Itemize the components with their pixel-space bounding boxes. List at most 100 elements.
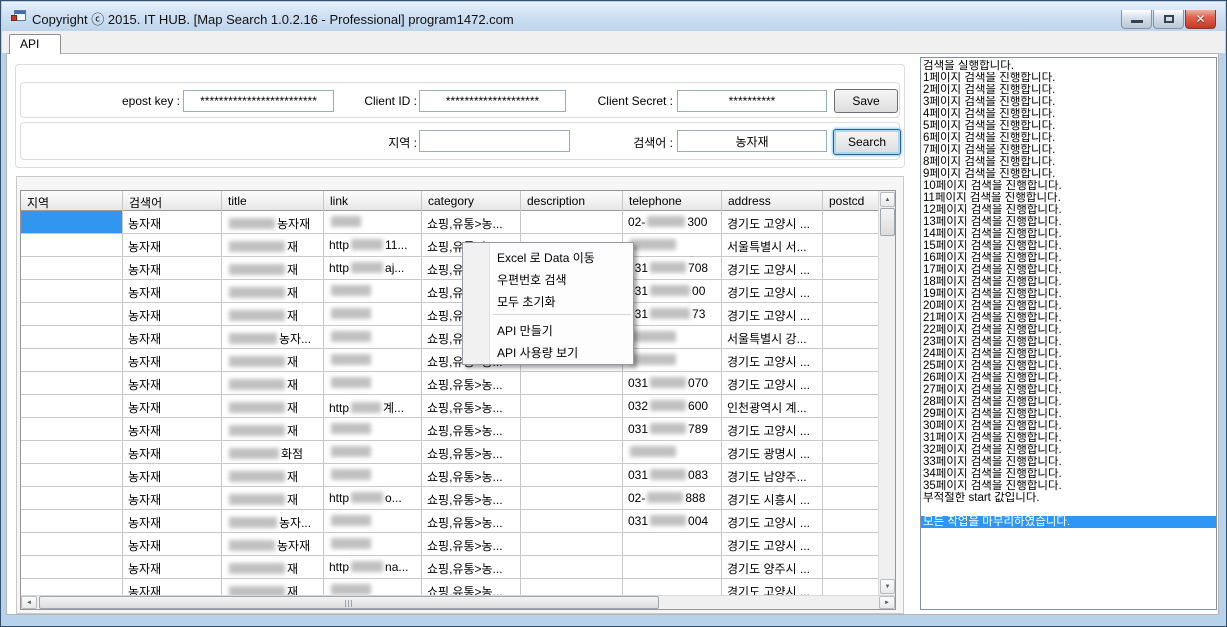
menu-item[interactable]: API 만들기 [463, 318, 633, 340]
table-row[interactable]: 농자재재쇼핑,유통>농...031083경기도 남양주... [21, 464, 880, 487]
cell-address: 서울특별시 강... [722, 326, 823, 348]
keyword-input[interactable] [677, 130, 827, 152]
table-row[interactable]: 농자재재쇼핑,유통>농...03173경기도 고양시 ... [21, 303, 880, 326]
column-header-9[interactable]: postcd [823, 191, 880, 211]
cell-keyword: 농자재 [123, 349, 222, 371]
cell-keyword: 농자재 [123, 441, 222, 463]
vertical-scroll-thumb[interactable] [880, 208, 895, 236]
scroll-up-icon[interactable]: ▲ [880, 192, 895, 207]
client-id-input[interactable] [419, 90, 566, 112]
tab-api[interactable]: API [9, 34, 61, 54]
table-row[interactable]: 농자재재쇼핑,유통>농...03100경기도 고양시 ... [21, 280, 880, 303]
app-window: Copyright ⓒ 2015. IT HUB. [Map Search 1.… [0, 0, 1227, 627]
cell-title: 재 [222, 280, 324, 302]
cell-description [521, 418, 623, 440]
log-line: 34페이지 검색을 진행합니다. [923, 468, 1216, 480]
table-row[interactable]: 농자재화점쇼핑,유통>농...경기도 광명시 ... [21, 441, 880, 464]
log-line: 5페이지 검색을 진행합니다. [923, 120, 1216, 132]
cell-region [21, 395, 123, 417]
table-row[interactable]: 농자재재http11...쇼핑,유통>농...서울특별시 서... [21, 234, 880, 257]
log-line: 1페이지 검색을 진행합니다. [923, 72, 1216, 84]
grid-horizontal-scrollbar[interactable]: ◄ ► [21, 595, 895, 609]
table-row[interactable]: 농자재재httpaj...쇼핑,유통>농...031708경기도 고양시 ... [21, 257, 880, 280]
column-header-7[interactable]: telephone [623, 191, 722, 211]
cell-title: 재 [222, 349, 324, 371]
cell-address: 경기도 고양시 ... [722, 533, 823, 555]
log-line: 17페이지 검색을 진행합니다. [923, 264, 1216, 276]
cell-title: 재 [222, 372, 324, 394]
region-input[interactable] [419, 130, 570, 152]
redacted-blur [331, 331, 371, 342]
epost-key-input[interactable] [183, 90, 334, 112]
cell-address: 경기도 광명시 ... [722, 441, 823, 463]
log-panel[interactable]: 검색을 실행합니다.1페이지 검색을 진행합니다.2페이지 검색을 진행합니다.… [920, 57, 1217, 610]
minimize-button[interactable] [1121, 10, 1152, 29]
log-line: 11페이지 검색을 진행합니다. [923, 192, 1216, 204]
cell-title: 재 [222, 418, 324, 440]
redacted-blur [351, 492, 383, 503]
maximize-button[interactable] [1153, 10, 1184, 29]
context-menu: Excel 로 Data 이동우편번호 검색모두 초기화 API 만들기API 사… [462, 242, 634, 365]
table-row[interactable]: 농자재재http계...쇼핑,유통>농...032600인천광역시 계... [21, 395, 880, 418]
log-line: 16페이지 검색을 진행합니다. [923, 252, 1216, 264]
log-line: 14페이지 검색을 진행합니다. [923, 228, 1216, 240]
table-row[interactable]: 농자재농자...쇼핑,유통>농...서울특별시 강... [21, 326, 880, 349]
table-row[interactable]: 농자재재httpo...쇼핑,유통>농...02-888경기도 시흥시 ... [21, 487, 880, 510]
redacted-blur [229, 448, 279, 459]
column-header-6[interactable]: description [521, 191, 623, 211]
cell-description [521, 395, 623, 417]
log-line: 33페이지 검색을 진행합니다. [923, 456, 1216, 468]
save-button[interactable]: Save [834, 89, 898, 113]
column-header-5[interactable]: category [422, 191, 521, 211]
menu-item[interactable]: 모두 초기화 [463, 289, 633, 311]
search-button[interactable]: Search [833, 129, 901, 155]
cell-telephone: 031708 [623, 257, 722, 279]
menu-item[interactable]: API 사용량 보기 [463, 340, 633, 362]
cell-link [324, 349, 422, 371]
menu-separator [493, 314, 631, 315]
cell-telephone [623, 533, 722, 555]
column-header-8[interactable]: address [722, 191, 823, 211]
cell-keyword: 농자재 [123, 464, 222, 486]
redacted-blur [650, 515, 686, 526]
table-row[interactable]: 농자재농자...쇼핑,유통>농...031004경기도 고양시 ... [21, 510, 880, 533]
redacted-blur [650, 285, 690, 296]
table-row[interactable]: 농자재재쇼핑,유통>농...경기도 고양시 ... [21, 349, 880, 372]
redacted-blur [650, 400, 686, 411]
table-row[interactable]: 농자재농자재쇼핑,유통>농...02-300경기도 고양시 ... [21, 211, 880, 234]
table-row[interactable]: 농자재재쇼핑,유통>농...031789경기도 고양시 ... [21, 418, 880, 441]
table-row[interactable]: 농자재재쇼핑,유통>농...031070경기도 고양시 ... [21, 372, 880, 395]
cell-link [324, 303, 422, 325]
cell-telephone: 02-888 [623, 487, 722, 509]
cell-region [21, 464, 123, 486]
cell-link [324, 441, 422, 463]
log-line-highlighted: 모든 작업을 마무리하였습니다. [921, 516, 1216, 528]
cell-telephone [623, 234, 722, 256]
column-header-1[interactable]: 지역 [21, 191, 123, 211]
cell-address: 경기도 고양시 ... [722, 211, 823, 233]
cell-title: 농자... [222, 326, 324, 348]
cell-keyword: 농자재 [123, 326, 222, 348]
column-header-3[interactable]: title [222, 191, 324, 211]
grid-vertical-scrollbar[interactable]: ▲ ▼ [878, 191, 895, 595]
close-button[interactable]: ✕ [1185, 10, 1216, 29]
scroll-right-icon[interactable]: ► [879, 596, 895, 609]
column-header-4[interactable]: link [324, 191, 422, 211]
scroll-down-icon[interactable]: ▼ [880, 579, 895, 594]
horizontal-scroll-thumb[interactable] [39, 596, 659, 609]
menu-item[interactable]: 우편번호 검색 [463, 267, 633, 289]
cell-link [324, 211, 422, 233]
column-header-2[interactable]: 검색어 [123, 191, 222, 211]
cell-category: 쇼핑,유통>농... [422, 372, 521, 394]
scroll-left-icon[interactable]: ◄ [21, 596, 37, 609]
client-secret-input[interactable] [677, 90, 827, 112]
cell-telephone: 032600 [623, 395, 722, 417]
redacted-blur [647, 216, 685, 227]
cell-address: 경기도 시흥시 ... [722, 487, 823, 509]
cell-postcd [823, 303, 880, 325]
menu-item[interactable]: Excel 로 Data 이동 [463, 245, 633, 267]
table-row[interactable]: 농자재재httpna...쇼핑,유통>농...경기도 양주시 ... [21, 556, 880, 579]
table-row[interactable]: 농자재농자재쇼핑,유통>농...경기도 고양시 ... [21, 533, 880, 556]
log-line: 25페이지 검색을 진행합니다. [923, 360, 1216, 372]
tab-page: epost key : Client ID : Client Secret : … [6, 53, 1219, 615]
